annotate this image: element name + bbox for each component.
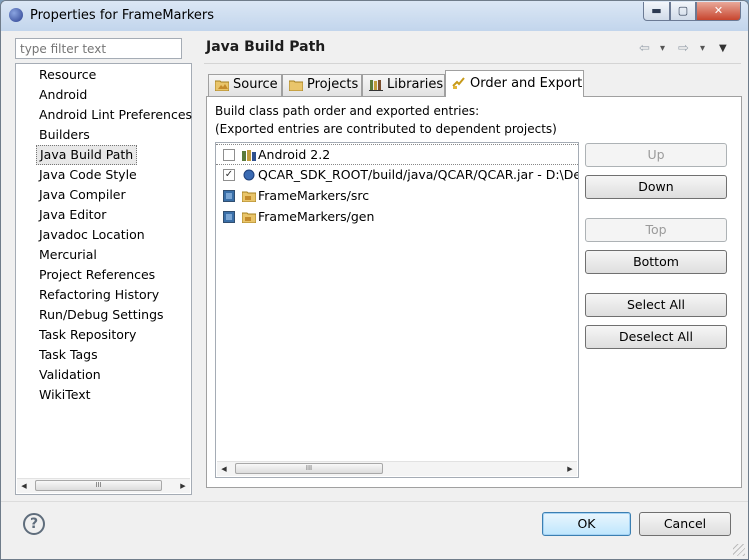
scroll-right-icon[interactable]: ▶ bbox=[563, 462, 577, 476]
library-books-icon bbox=[369, 80, 383, 91]
property-nav-tree: Resource Android Android Lint Preference… bbox=[15, 63, 192, 495]
description-line-2: (Exported entries are contributed to dep… bbox=[215, 122, 557, 136]
ok-button[interactable]: OK bbox=[542, 512, 631, 536]
nav-item-resource[interactable]: Resource bbox=[39, 66, 96, 84]
forward-dropdown-icon[interactable]: ▾ bbox=[700, 43, 705, 54]
maximize-button[interactable]: ▢ bbox=[670, 2, 696, 21]
nav-item-android[interactable]: Android bbox=[39, 86, 87, 104]
export-checkbox[interactable]: ✓ bbox=[223, 169, 235, 181]
filter-input[interactable] bbox=[15, 38, 182, 59]
properties-dialog: Properties for FrameMarkers ▬ ▢ ✕ Resour… bbox=[0, 0, 749, 560]
minimize-button[interactable]: ▬ bbox=[643, 2, 670, 21]
nav-item-java-code-style[interactable]: Java Code Style bbox=[39, 166, 137, 184]
list-item-label: FrameMarkers/src bbox=[258, 188, 370, 203]
export-checkbox[interactable] bbox=[223, 190, 235, 202]
nav-item-javadoc-location[interactable]: Javadoc Location bbox=[39, 226, 145, 244]
nav-item-java-editor[interactable]: Java Editor bbox=[39, 206, 106, 224]
list-horizontal-scrollbar[interactable]: ◀ III ▶ bbox=[217, 461, 577, 476]
source-folder-icon bbox=[242, 191, 256, 202]
window-title: Properties for FrameMarkers bbox=[30, 8, 215, 23]
list-item-android-2-2[interactable]: Android 2.2 bbox=[216, 144, 578, 165]
nav-item-android-lint[interactable]: Android Lint Preferences bbox=[39, 106, 192, 124]
nav-item-run-debug-settings[interactable]: Run/Debug Settings bbox=[39, 306, 164, 324]
export-checkbox[interactable] bbox=[223, 211, 235, 223]
view-menu-icon[interactable]: ▼ bbox=[719, 43, 727, 54]
list-item-src-folder[interactable]: FrameMarkers/src bbox=[216, 186, 578, 206]
nav-item-wikitext[interactable]: WikiText bbox=[39, 386, 91, 404]
tab-source[interactable]: Source bbox=[208, 74, 282, 96]
back-arrow-icon[interactable]: ⇦ bbox=[639, 41, 650, 56]
tab-projects[interactable]: Projects bbox=[282, 74, 362, 96]
nav-horizontal-scrollbar[interactable]: ◀ III ▶ bbox=[17, 478, 190, 493]
scroll-left-icon[interactable]: ◀ bbox=[17, 479, 31, 493]
cancel-button[interactable]: Cancel bbox=[639, 512, 731, 536]
back-dropdown-icon[interactable]: ▾ bbox=[660, 43, 665, 54]
scrollbar-thumb[interactable]: III bbox=[35, 480, 162, 491]
folder-icon bbox=[215, 80, 229, 91]
forward-arrow-icon[interactable]: ⇨ bbox=[678, 41, 689, 56]
page-title: Java Build Path bbox=[206, 39, 326, 55]
select-all-button[interactable]: Select All bbox=[585, 293, 727, 317]
tab-libraries[interactable]: Libraries bbox=[362, 74, 445, 96]
resize-grip-icon[interactable] bbox=[733, 544, 745, 556]
nav-item-validation[interactable]: Validation bbox=[39, 366, 101, 384]
jar-variable-icon bbox=[243, 169, 255, 181]
list-item-gen-folder[interactable]: FrameMarkers/gen bbox=[216, 207, 578, 227]
scroll-right-icon[interactable]: ▶ bbox=[176, 479, 190, 493]
nav-item-mercurial[interactable]: Mercurial bbox=[39, 246, 97, 264]
order-export-icon bbox=[452, 77, 465, 89]
nav-item-task-repository[interactable]: Task Repository bbox=[39, 326, 136, 344]
list-item-label: FrameMarkers/gen bbox=[258, 209, 375, 224]
tab-order-and-export-label: Order and Export bbox=[470, 76, 583, 91]
close-button[interactable]: ✕ bbox=[696, 2, 741, 21]
nav-item-project-references[interactable]: Project References bbox=[39, 266, 155, 284]
project-folder-icon bbox=[289, 80, 303, 91]
description-line-1: Build class path order and exported entr… bbox=[215, 104, 480, 118]
top-button[interactable]: Top bbox=[585, 218, 727, 242]
tab-projects-label: Projects bbox=[307, 77, 359, 92]
nav-item-task-tags[interactable]: Task Tags bbox=[39, 346, 98, 364]
bottom-button[interactable]: Bottom bbox=[585, 250, 727, 274]
scrollbar-thumb[interactable]: III bbox=[235, 463, 383, 474]
tab-source-label: Source bbox=[233, 77, 278, 92]
list-item-qcar-jar[interactable]: ✓ QCAR_SDK_ROOT/build/java/QCAR/QCAR.jar… bbox=[216, 165, 578, 185]
nav-item-refactoring-history[interactable]: Refactoring History bbox=[39, 286, 159, 304]
deselect-all-button[interactable]: Deselect All bbox=[585, 325, 727, 349]
library-icon bbox=[242, 150, 256, 161]
help-icon[interactable]: ? bbox=[23, 513, 45, 535]
list-item-label: QCAR_SDK_ROOT/build/java/QCAR/QCAR.jar -… bbox=[258, 167, 579, 182]
title-bar[interactable]: Properties for FrameMarkers ▬ ▢ ✕ bbox=[1, 1, 748, 31]
scroll-left-icon[interactable]: ◀ bbox=[217, 462, 231, 476]
source-folder-icon bbox=[242, 212, 256, 223]
down-button[interactable]: Down bbox=[585, 175, 727, 199]
tab-libraries-label: Libraries bbox=[387, 77, 444, 92]
export-checkbox[interactable] bbox=[223, 149, 235, 161]
nav-item-java-compiler[interactable]: Java Compiler bbox=[39, 186, 126, 204]
header-divider bbox=[204, 63, 741, 64]
order-export-list[interactable]: Android 2.2 ✓ QCAR_SDK_ROOT/build/java/Q… bbox=[215, 142, 579, 478]
nav-item-java-build-path[interactable]: Java Build Path bbox=[36, 145, 138, 165]
nav-item-builders[interactable]: Builders bbox=[39, 126, 90, 144]
eclipse-logo-icon bbox=[9, 8, 23, 22]
footer-divider bbox=[1, 501, 748, 502]
tab-order-and-export[interactable]: Order and Export bbox=[445, 70, 584, 97]
list-item-label: Android 2.2 bbox=[258, 147, 331, 162]
up-button[interactable]: Up bbox=[585, 143, 727, 167]
